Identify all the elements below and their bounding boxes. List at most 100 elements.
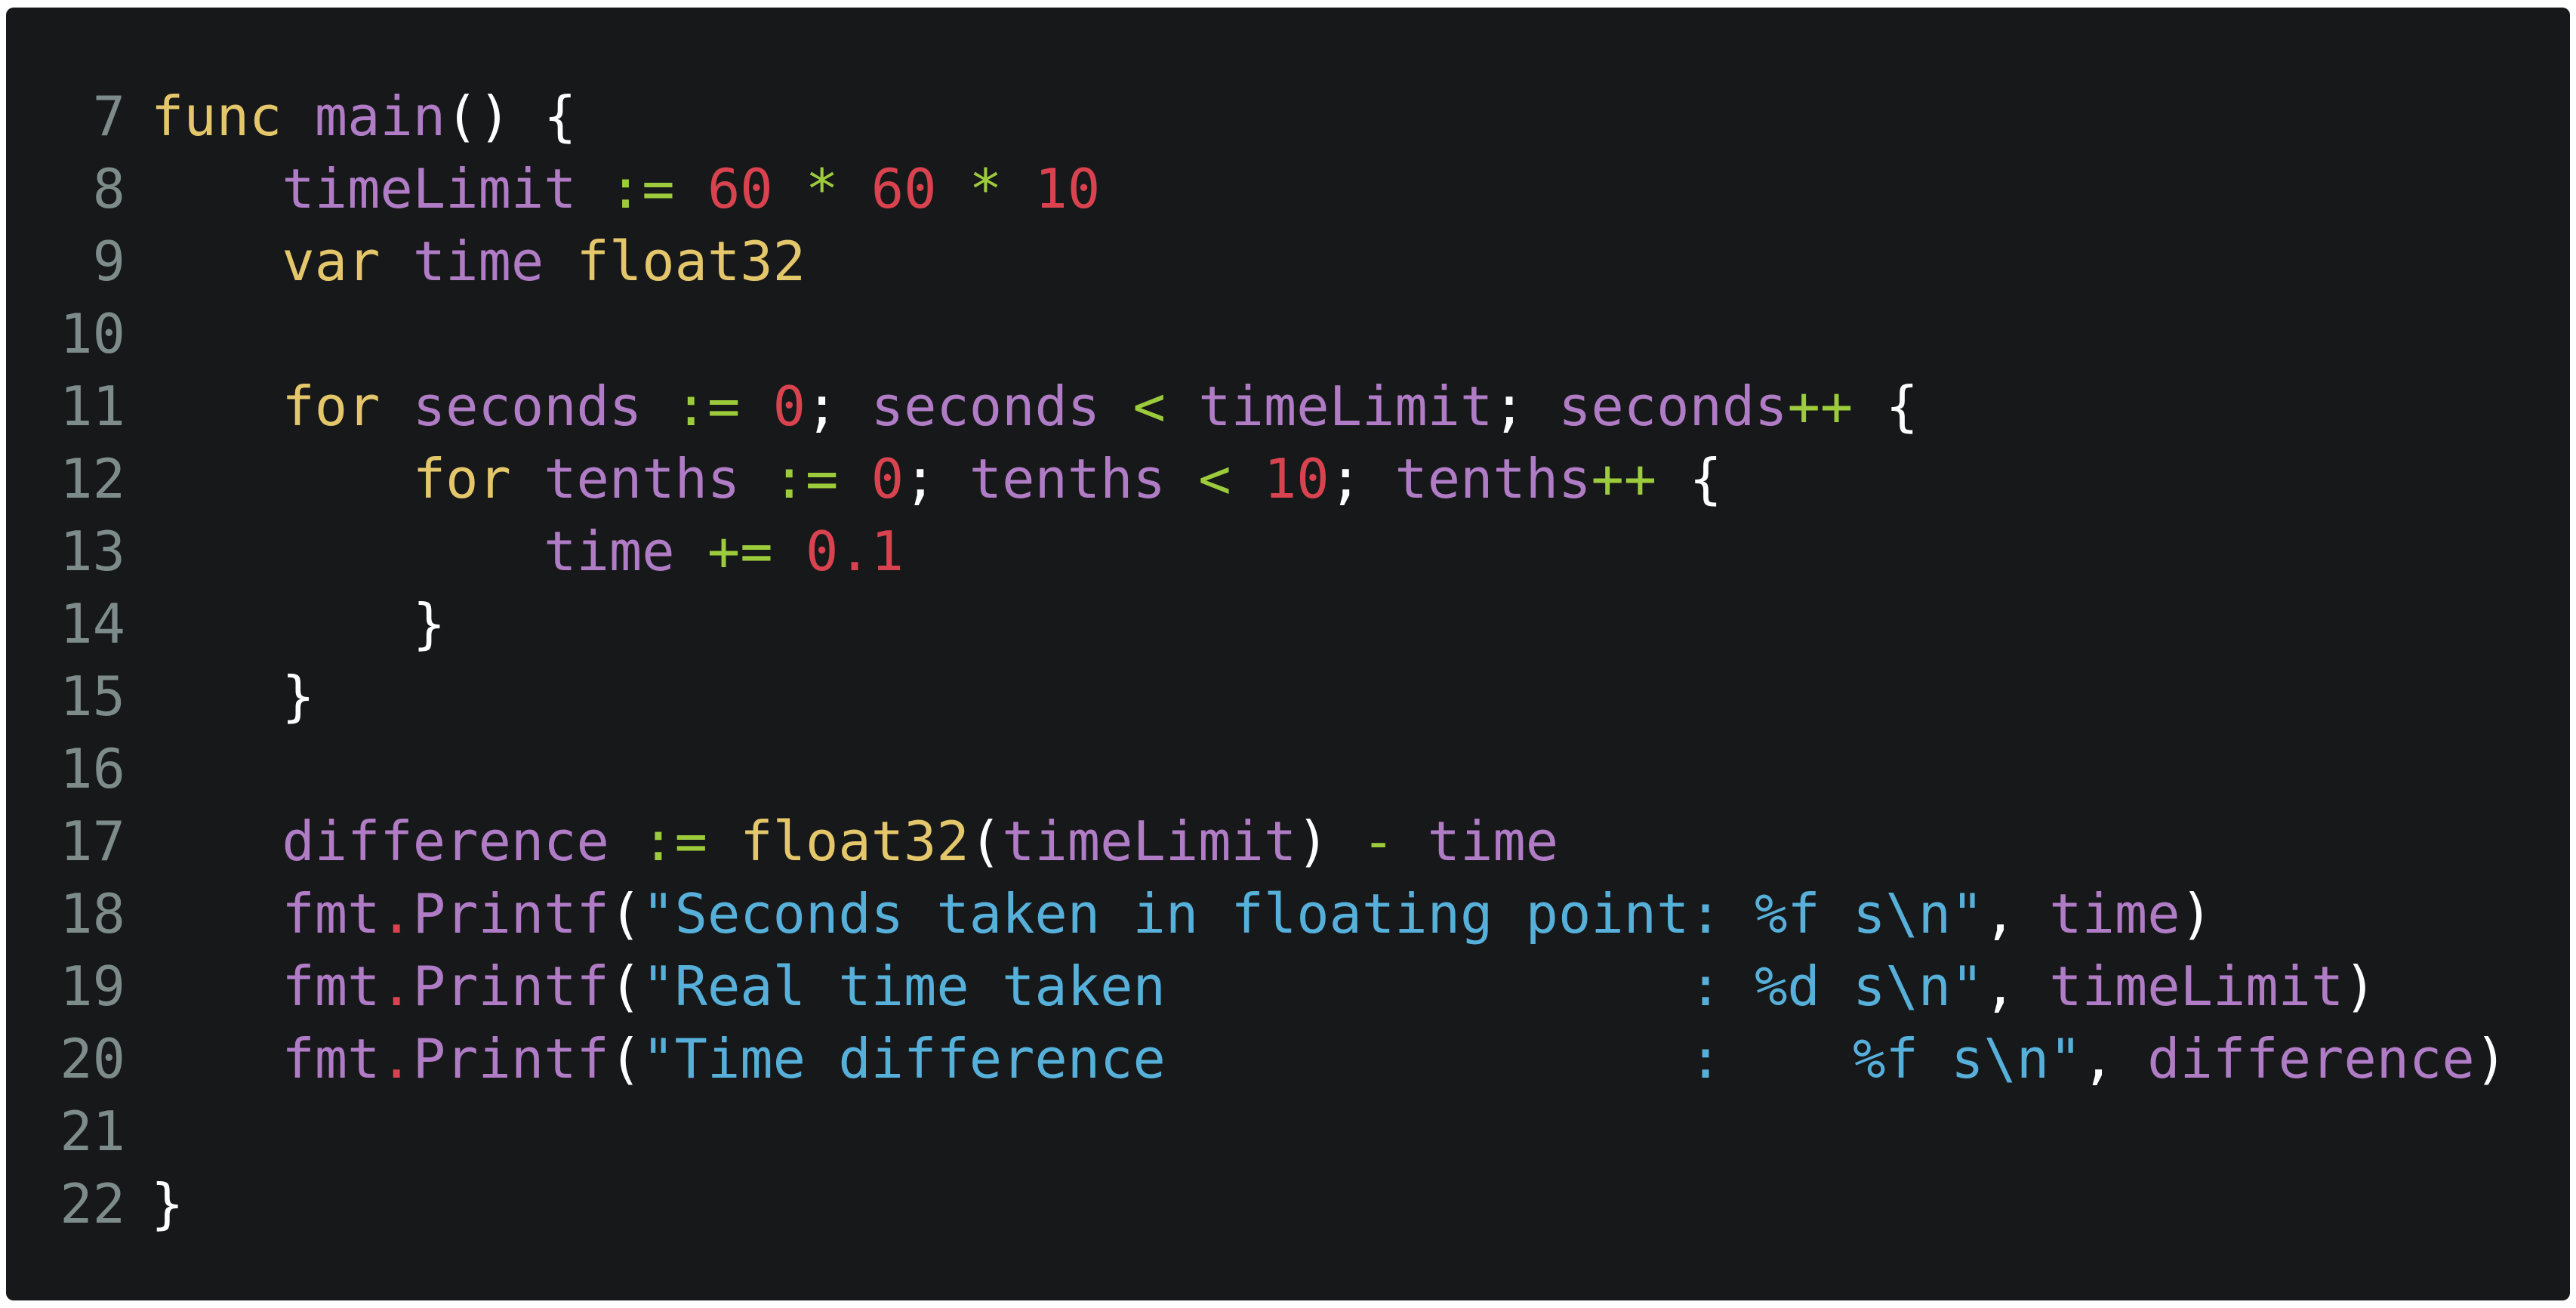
code-token: 0 bbox=[870, 447, 904, 511]
code-token: < bbox=[1132, 375, 1166, 438]
code-line: 14 } bbox=[6, 588, 2570, 660]
code-line: 15 } bbox=[6, 660, 2570, 733]
code-token: time bbox=[544, 520, 675, 583]
line-number: 17 bbox=[60, 810, 125, 873]
code-token: seconds bbox=[870, 375, 1101, 438]
code-token: := bbox=[674, 375, 741, 438]
code-token: Printf bbox=[412, 882, 609, 946]
code-token: ( bbox=[969, 810, 1003, 873]
line-number: 11 bbox=[60, 375, 125, 438]
code-token: ; bbox=[1329, 447, 1395, 511]
code-line: 11 for seconds := 0; seconds < timeLimit… bbox=[6, 370, 2570, 443]
line-number: 18 bbox=[60, 882, 125, 946]
code-token: := bbox=[609, 157, 675, 221]
code-token: } bbox=[151, 1172, 184, 1236]
code-token: timeLimit bbox=[1002, 810, 1297, 873]
line-code[interactable]: var time float32 bbox=[151, 225, 2570, 298]
code-token: difference bbox=[2147, 1027, 2475, 1091]
code-token: , bbox=[2081, 1027, 2148, 1091]
code-token: - bbox=[1361, 810, 1395, 873]
code-token: timeLimit bbox=[1198, 375, 1493, 438]
line-number: 15 bbox=[60, 665, 125, 728]
code-token: 10 bbox=[1034, 157, 1101, 221]
code-token: "Real time taken : %d s\n" bbox=[642, 955, 1984, 1018]
code-line: 13 time += 0.1 bbox=[6, 515, 2570, 588]
code-token: time bbox=[412, 230, 544, 293]
line-number: 13 bbox=[60, 520, 125, 583]
code-editor[interactable]: 7 func main() {8 timeLimit := 60 * 60 * 1… bbox=[6, 8, 2570, 1300]
code-token: ( bbox=[609, 955, 642, 1018]
line-code[interactable]: time += 0.1 bbox=[151, 515, 2570, 588]
code-token: { bbox=[1656, 447, 1722, 511]
code-token: . bbox=[380, 955, 413, 1018]
line-code[interactable]: fmt.Printf("Real time taken : %d s\n", t… bbox=[151, 950, 2570, 1023]
code-line: 20 fmt.Printf("Time difference : %f s\n"… bbox=[6, 1023, 2570, 1095]
line-code[interactable]: for seconds := 0; seconds < timeLimit; s… bbox=[151, 370, 2570, 443]
code-token: ; bbox=[1493, 375, 1559, 438]
code-token: 0.1 bbox=[805, 520, 904, 583]
code-token: Printf bbox=[412, 1027, 609, 1091]
code-token: for bbox=[282, 375, 381, 438]
line-code[interactable]: func main() { bbox=[151, 80, 2570, 153]
code-token: ++ bbox=[1591, 447, 1657, 511]
code-token: . bbox=[380, 882, 413, 946]
code-token: ) bbox=[2474, 1027, 2508, 1091]
code-token: Printf bbox=[412, 955, 609, 1018]
line-code[interactable]: fmt.Printf("Seconds taken in floating po… bbox=[151, 878, 2570, 950]
code-line: 8 timeLimit := 60 * 60 * 10 bbox=[6, 153, 2570, 225]
line-number: 8 bbox=[92, 157, 125, 221]
code-token: , bbox=[1983, 882, 2050, 946]
line-code[interactable]: for tenths := 0; tenths < 10; tenths++ { bbox=[151, 443, 2570, 515]
code-token: tenths bbox=[544, 447, 741, 511]
code-token: tenths bbox=[1394, 447, 1592, 511]
code-token: timeLimit bbox=[2049, 955, 2344, 1018]
code-token: , bbox=[1983, 955, 2050, 1018]
line-number: 7 bbox=[92, 85, 125, 148]
line-code[interactable]: } bbox=[151, 660, 2570, 733]
line-number: 16 bbox=[60, 737, 125, 801]
code-line: 7 func main() { bbox=[6, 80, 2570, 153]
line-number: 19 bbox=[60, 955, 125, 1018]
line-number: 21 bbox=[60, 1100, 125, 1163]
line-code[interactable]: timeLimit := 60 * 60 * 10 bbox=[151, 153, 2570, 225]
line-number: 22 bbox=[60, 1172, 125, 1236]
line-code[interactable]: fmt.Printf("Time difference : %f s\n", d… bbox=[151, 1023, 2570, 1095]
code-token: ( bbox=[609, 882, 642, 946]
code-token: ; bbox=[904, 447, 969, 511]
code-token: * bbox=[969, 157, 1003, 221]
code-token: time bbox=[1427, 810, 1559, 873]
code-token: * bbox=[806, 157, 839, 221]
line-number: 9 bbox=[92, 230, 125, 293]
code-line: 18 fmt.Printf("Seconds taken in floating… bbox=[6, 878, 2570, 950]
line-code[interactable]: } bbox=[151, 1168, 2570, 1240]
line-code[interactable]: difference := float32(timeLimit) - time bbox=[151, 805, 2570, 878]
code-token: seconds bbox=[1558, 375, 1788, 438]
code-token: fmt bbox=[282, 1027, 381, 1091]
code-token: "Time difference : %f s\n" bbox=[642, 1027, 2082, 1091]
code-token: 60 bbox=[870, 157, 937, 221]
line-code[interactable]: } bbox=[151, 588, 2570, 660]
line-number: 20 bbox=[60, 1027, 125, 1091]
code-token: seconds bbox=[412, 375, 642, 438]
code-token: := bbox=[642, 810, 707, 873]
